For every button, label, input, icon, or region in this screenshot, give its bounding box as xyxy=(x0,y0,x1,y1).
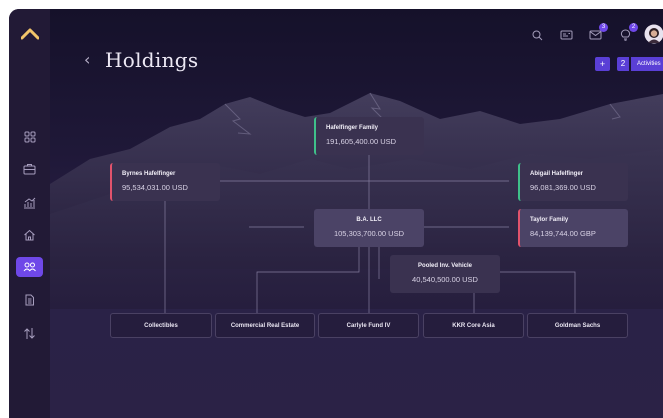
entity-value: 96,081,369.00 USD xyxy=(530,183,596,192)
people-icon xyxy=(23,262,36,272)
holding-leaf-carlyle-fund-iv[interactable]: Carlyle Fund IV xyxy=(318,313,419,338)
main-content: 3 2 ‹ Holdings + 2 Activities Hafelfinge… xyxy=(50,9,663,418)
entity-name: Taylor Family xyxy=(530,217,569,223)
holding-leaf-kkr-core-asia[interactable]: KKR Core Asia xyxy=(423,313,524,338)
holding-leaf-collectibles[interactable]: Collectibles xyxy=(110,313,212,338)
holding-leaf-commercial-real-estate[interactable]: Commercial Real Estate xyxy=(215,313,315,338)
entity-card-abigail[interactable]: Abigail Hafelfinger 96,081,369.00 USD xyxy=(518,163,628,201)
transfer-icon xyxy=(24,327,35,339)
entity-name: B.A. LLC xyxy=(356,217,382,223)
entity-value: 191,605,400.00 USD xyxy=(326,137,397,146)
sidebar-item-real-estate[interactable] xyxy=(16,225,43,245)
entity-value: 40,540,500.00 USD xyxy=(412,275,478,284)
logo-chevron-icon[interactable] xyxy=(20,27,40,45)
document-icon xyxy=(25,294,34,306)
entity-value: 95,534,031.00 USD xyxy=(122,183,188,192)
sidebar-item-documents[interactable] xyxy=(16,290,43,310)
house-icon xyxy=(24,229,35,241)
entity-card-taylor[interactable]: Taylor Family 84,139,744.00 GBP xyxy=(518,209,628,247)
sidebar-item-dashboard[interactable] xyxy=(16,127,43,147)
sidebar xyxy=(9,9,50,418)
entity-value: 105,303,700.00 USD xyxy=(333,229,405,238)
sidebar-item-entities[interactable] xyxy=(16,257,43,277)
entity-name: Abigail Hafelfinger xyxy=(530,171,584,177)
app-frame: 3 2 ‹ Holdings + 2 Activities Hafelfinge… xyxy=(9,9,663,418)
sidebar-item-portfolio[interactable] xyxy=(16,159,43,179)
holding-leaf-goldman-sachs[interactable]: Goldman Sachs xyxy=(527,313,628,338)
entity-card-root[interactable]: Hafelfinger Family 191,605,400.00 USD xyxy=(314,117,424,155)
entity-name: Pooled Inv. Vehicle xyxy=(418,263,472,269)
entity-name: Byrnes Hafelfinger xyxy=(122,171,176,177)
chart-icon xyxy=(24,197,36,209)
entity-value: 84,139,744.00 GBP xyxy=(530,229,596,238)
briefcase-icon xyxy=(23,164,36,175)
sidebar-item-performance[interactable] xyxy=(16,193,43,213)
sidebar-item-transfers[interactable] xyxy=(16,323,43,343)
entity-card-pooled[interactable]: Pooled Inv. Vehicle 40,540,500.00 USD xyxy=(390,255,500,293)
entity-name: Hafelfinger Family xyxy=(326,125,379,131)
grid-icon xyxy=(24,131,35,143)
entity-card-llc[interactable]: B.A. LLC 105,303,700.00 USD xyxy=(314,209,424,247)
entity-card-byrnes[interactable]: Byrnes Hafelfinger 95,534,031.00 USD xyxy=(110,163,220,201)
